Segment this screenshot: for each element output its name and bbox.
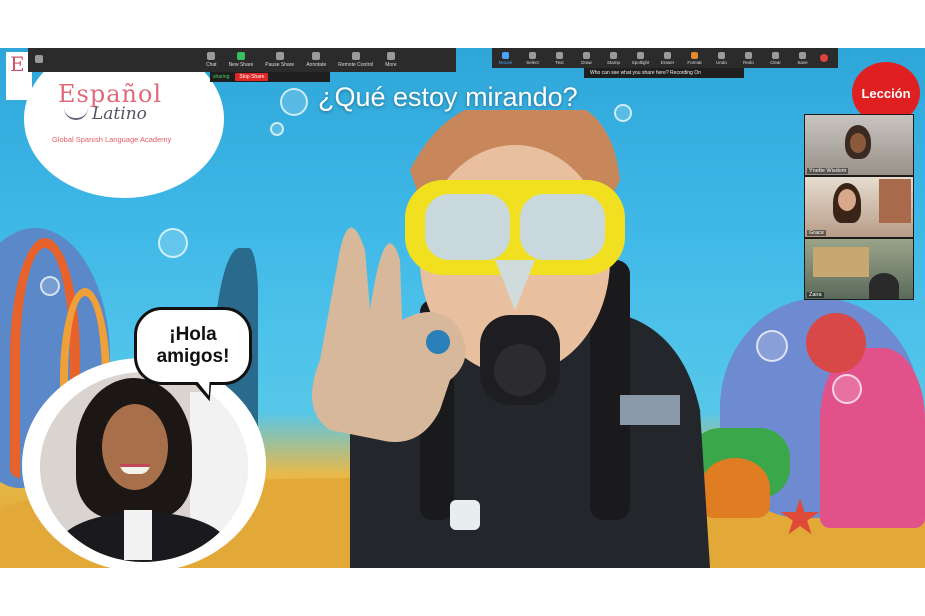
- greeting-line-2: amigos!: [156, 346, 230, 367]
- redo-icon: [745, 51, 752, 59]
- new-share-label: New Share: [228, 62, 254, 68]
- chat-icon: [207, 52, 216, 60]
- sharing-status-bar: sharing Stop Share: [210, 72, 330, 82]
- shelf: [813, 247, 869, 277]
- chat-button[interactable]: Chat: [200, 48, 223, 72]
- teacher-collar: [124, 510, 152, 560]
- bubble: [40, 276, 60, 296]
- annotate-label: Annotate: [306, 62, 327, 68]
- eraser-tool-label: Eraser: [660, 59, 675, 65]
- ok-hand-ring: [418, 322, 458, 362]
- more-icon: [386, 52, 395, 60]
- spotlight-tool-label: Spotlight: [631, 59, 650, 65]
- undo-button[interactable]: Undo: [708, 51, 735, 65]
- remote-control-label: Remote Control: [338, 62, 374, 68]
- microphone-icon: [35, 55, 43, 63]
- participant-tile[interactable]: Grace: [805, 177, 913, 237]
- redo-label: Redo: [743, 59, 754, 65]
- text-icon: [556, 51, 563, 59]
- recording-notice[interactable]: Who can see what you share here? Recordi…: [584, 68, 744, 78]
- avatar-face: [850, 133, 866, 153]
- draw-tool-button[interactable]: Draw: [573, 51, 600, 65]
- mouse-tool-button[interactable]: Mouse: [492, 51, 519, 65]
- participant-gallery: Ynette Wisdom Grace Zaira: [804, 114, 914, 300]
- teacher-face: [102, 404, 168, 490]
- spotlight-icon: [637, 51, 644, 59]
- participant-tile[interactable]: Zaira: [805, 239, 913, 299]
- logo-tagline: Global Spanish Language Academy: [52, 135, 172, 144]
- save-icon: [799, 51, 806, 59]
- undo-icon: [718, 51, 725, 59]
- mouse-tool-label: Mouse: [498, 59, 513, 65]
- bubble: [756, 330, 788, 362]
- sharing-status-text: sharing: [213, 74, 230, 80]
- slide-question: ¿Qué estoy mirando?: [318, 82, 578, 112]
- participant-name: Zaira: [807, 292, 824, 298]
- mouse-icon: [351, 52, 360, 60]
- spotlight-tool-button[interactable]: Spotlight: [627, 51, 654, 65]
- annotate-button[interactable]: Annotate: [300, 48, 332, 72]
- stamp-tool-button[interactable]: Stamp: [600, 51, 627, 65]
- right-coral-red: [806, 313, 866, 373]
- right-coral-pink: [820, 348, 925, 528]
- annotation-toolbar: Mouse Select Text Draw Stamp Spotlight E…: [492, 48, 838, 68]
- clear-button[interactable]: Clear: [762, 51, 789, 65]
- participant-name: Grace: [807, 230, 826, 236]
- draw-icon: [583, 51, 590, 59]
- diver-photo: [312, 110, 710, 568]
- greeting-line-1: ¡Hola: [169, 324, 217, 346]
- regulator-purge: [494, 344, 546, 396]
- text-tool-label: Text: [555, 59, 564, 65]
- pause-share-label: Pause Share: [265, 62, 295, 68]
- select-tool-button[interactable]: Select: [519, 51, 546, 65]
- pencil-icon: [312, 52, 321, 60]
- mic-button[interactable]: [28, 48, 50, 72]
- eraser-icon: [664, 51, 671, 59]
- avatar: [869, 273, 899, 299]
- more-label: More: [385, 62, 397, 68]
- bubble: [158, 228, 188, 258]
- pause-share-button[interactable]: Pause Share: [259, 48, 300, 72]
- grey-patch: [620, 395, 680, 425]
- stop-share-button[interactable]: Stop Share: [235, 73, 269, 81]
- bubble: [270, 122, 284, 136]
- cursor-icon: [502, 51, 509, 59]
- text-tool-button[interactable]: Text: [546, 51, 573, 65]
- participant-tile[interactable]: Ynette Wisdom: [805, 115, 913, 175]
- format-icon: [691, 51, 698, 59]
- draw-tool-label: Draw: [581, 59, 592, 65]
- white-clip: [450, 500, 480, 530]
- bookshelf: [879, 179, 911, 223]
- redo-button[interactable]: Redo: [735, 51, 762, 65]
- new-share-icon: [236, 52, 245, 60]
- teacher-camera: [40, 372, 248, 562]
- orange-shell: [700, 458, 770, 518]
- mask-lens-right: [520, 194, 605, 260]
- chat-label: Chat: [206, 62, 217, 68]
- avatar-face: [838, 189, 856, 211]
- logo-subtitle: Latino: [92, 104, 147, 124]
- share-toolbar: Chat New Share Pause Share Annotate Remo…: [28, 48, 456, 72]
- trash-icon: [772, 51, 779, 59]
- stamp-tool-label: Stamp: [606, 59, 620, 65]
- bubble: [832, 374, 862, 404]
- undo-label: Undo: [716, 59, 727, 65]
- pause-icon: [275, 52, 284, 60]
- close-icon[interactable]: [820, 54, 828, 62]
- participant-name: Ynette Wisdom: [807, 168, 849, 174]
- more-button[interactable]: More: [379, 48, 402, 72]
- format-tool-button[interactable]: Format: [681, 51, 708, 65]
- speech-bubble: ¡Hola amigos!: [134, 307, 252, 385]
- save-label: Save: [797, 59, 808, 65]
- save-button[interactable]: Save: [789, 51, 816, 65]
- new-share-button[interactable]: New Share: [223, 48, 260, 72]
- eraser-tool-button[interactable]: Eraser: [654, 51, 681, 65]
- stamp-icon: [610, 51, 617, 59]
- format-tool-label: Format: [687, 59, 702, 65]
- select-tool-label: Select: [526, 59, 539, 65]
- mask-lens-left: [425, 194, 510, 260]
- clear-label: Clear: [770, 59, 781, 65]
- remote-control-button[interactable]: Remote Control: [332, 48, 379, 72]
- select-icon: [529, 51, 536, 59]
